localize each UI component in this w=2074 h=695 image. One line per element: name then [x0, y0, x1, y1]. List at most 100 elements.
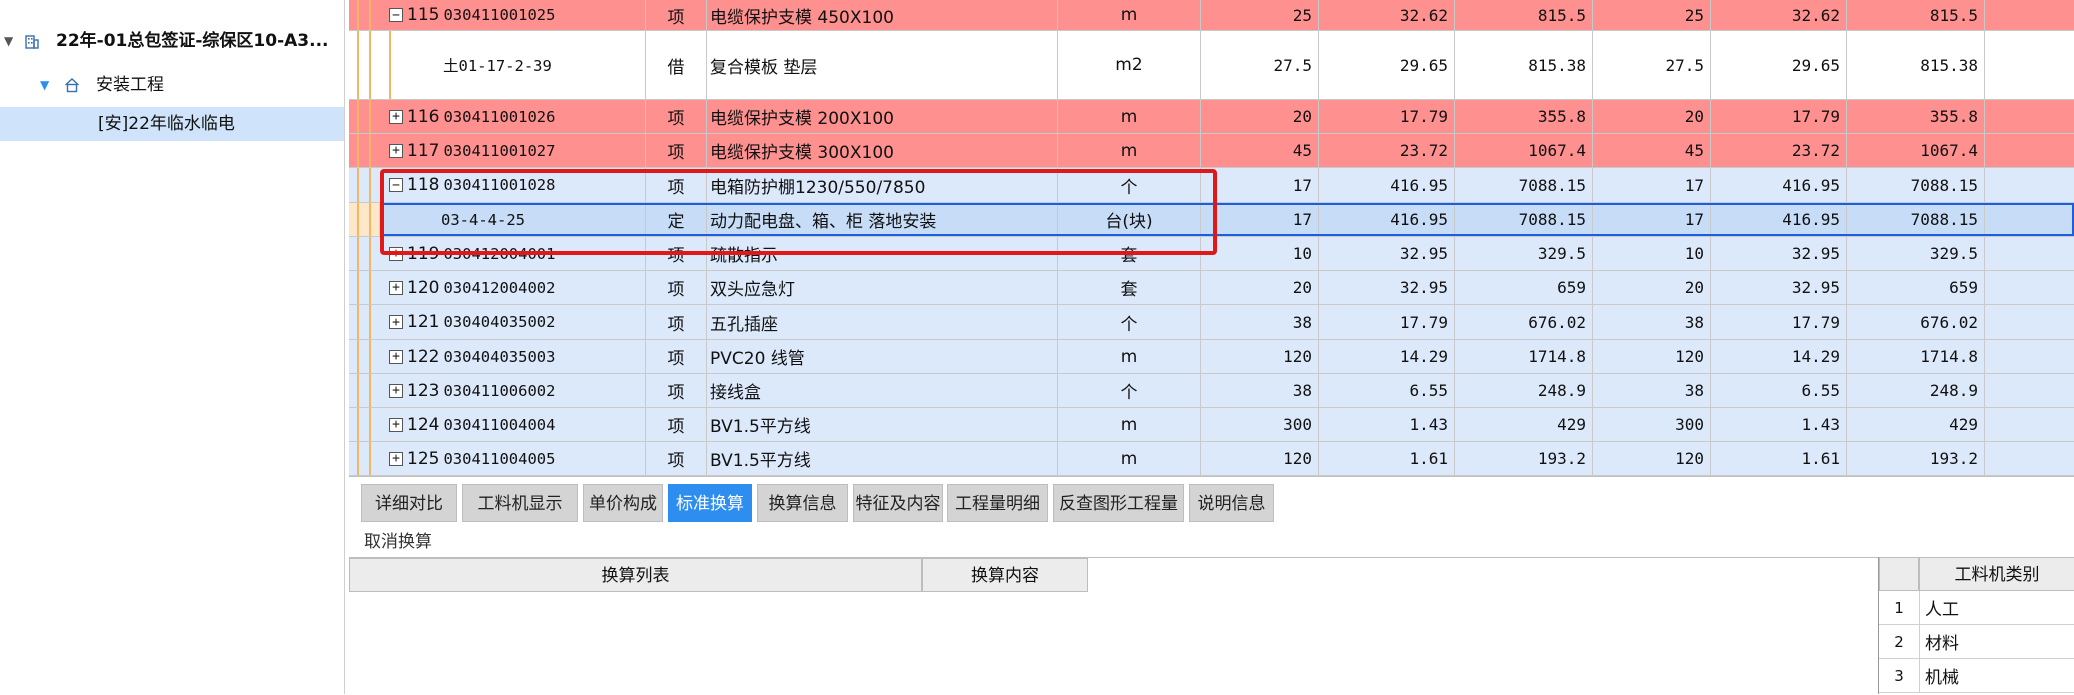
- caret-down-icon[interactable]: ▼: [40, 70, 49, 100]
- cell-p2: 416.95: [1711, 203, 1847, 236]
- tree-line-cell: [349, 340, 379, 373]
- item-code: 土01-17-2-39: [443, 57, 552, 75]
- cell-name: 双头应急灯: [707, 271, 1058, 304]
- caret-down-icon[interactable]: ▼: [4, 26, 13, 56]
- cell-q1: 38: [1201, 374, 1319, 407]
- item-code: 030404035002: [443, 313, 556, 331]
- expand-icon[interactable]: +: [389, 280, 403, 295]
- item-code: 030411001026: [443, 107, 556, 126]
- cell-type: 借: [646, 31, 707, 99]
- empty-cell: [1985, 100, 2074, 133]
- table-row[interactable]: +124 030411004004 项 BV1.5平方线 m 300 1.43 429 300 1…: [349, 408, 2074, 442]
- project-tree: ▼ 22年-01总包签证-综保区10-A3... ▼ 安装工程 [安]22年临水…: [0, 0, 345, 694]
- table-row[interactable]: +122 030404035003 项 PVC20 线管 m 120 14.29 1714.8…: [349, 340, 2074, 374]
- table-row[interactable]: +121 030404035002 项五孔插座个 38 17.79 676.02 38 17.…: [349, 305, 2074, 340]
- cell-p2: 6.55: [1711, 374, 1847, 407]
- expand-icon[interactable]: +: [389, 315, 403, 329]
- cell-t2: 429: [1847, 408, 1985, 441]
- expand-icon[interactable]: +: [389, 349, 403, 364]
- conversion-list-header: 换算列表: [349, 558, 922, 592]
- cell-type: 项: [646, 374, 707, 407]
- tab-2[interactable]: 单价构成: [583, 484, 663, 522]
- cell-unit: 套: [1058, 271, 1201, 304]
- expand-icon[interactable]: +: [389, 383, 403, 398]
- table-row[interactable]: 土01-17-2-39 借复合模板 垫层 m2 27.5 29.65 815.38 27.5…: [349, 31, 2074, 100]
- tree-node-unit[interactable]: ▼ 安装工程: [0, 70, 344, 100]
- category-row[interactable]: 2 材料: [1879, 625, 2074, 659]
- table-row[interactable]: +119 030412004001 项疏散指示套 10 32.95 329.5 10 32.9…: [349, 237, 2074, 271]
- tab-6[interactable]: 工程量明细: [947, 484, 1048, 522]
- cell-unit: m: [1058, 0, 1201, 30]
- row-number: 118: [407, 175, 440, 195]
- cell-p1: 6.55: [1319, 374, 1455, 407]
- cell-name: 五孔插座: [707, 305, 1058, 339]
- cell-q1: 20: [1201, 100, 1319, 133]
- empty-cell: [1985, 442, 2074, 475]
- empty-cell: [1985, 203, 2074, 236]
- tab-3[interactable]: 标准换算: [668, 484, 752, 522]
- category-index: 2: [1879, 625, 1920, 658]
- tab-0[interactable]: 详细对比: [361, 484, 457, 522]
- cell-p2: 14.29: [1711, 340, 1847, 373]
- cell-type: 项: [646, 100, 707, 133]
- row-number: 116: [407, 106, 440, 127]
- child-indent: [389, 31, 443, 99]
- tab-5[interactable]: 特征及内容: [853, 484, 943, 522]
- cell-q1: 27.5: [1201, 31, 1319, 99]
- cell-type: 项: [646, 340, 707, 373]
- tree-node-project[interactable]: ▼ 22年-01总包签证-综保区10-A3...: [0, 26, 344, 56]
- bill-grid: −115 030411001025 项电缆保护支模 450X100 m 25 32.62 8…: [349, 0, 2074, 477]
- empty-cell: [1985, 168, 2074, 202]
- cell-p1: 32.62: [1319, 0, 1455, 30]
- tree-line-cell: [349, 168, 379, 202]
- cell-q2: 10: [1593, 237, 1711, 270]
- row-number-code-cell: 03-4-4-25: [379, 203, 646, 236]
- table-row[interactable]: +117 030411001027 项电缆保护支模 300X100 m 45 23.72 1…: [349, 134, 2074, 168]
- expand-icon[interactable]: +: [389, 109, 403, 124]
- cancel-conversion-link[interactable]: 取消换算: [364, 527, 432, 552]
- tab-4[interactable]: 换算信息: [757, 484, 848, 522]
- empty-cell: [1985, 134, 2074, 167]
- tab-1[interactable]: 工料机显示: [462, 484, 578, 522]
- cell-q2: 20: [1593, 100, 1711, 133]
- category-row[interactable]: 1 人工: [1879, 591, 2074, 625]
- cell-q2: 27.5: [1593, 31, 1711, 99]
- cell-t1: 355.8: [1455, 100, 1593, 133]
- cell-t1: 815.38: [1455, 31, 1593, 99]
- table-row[interactable]: +116 030411001026 项电缆保护支模 200X100 m 20 17.79 3…: [349, 100, 2074, 134]
- tab-8[interactable]: 说明信息: [1189, 484, 1274, 522]
- cell-t2: 676.02: [1847, 305, 1985, 339]
- cell-p2: 23.72: [1711, 134, 1847, 167]
- expand-icon[interactable]: +: [389, 246, 403, 261]
- cell-p1: 14.29: [1319, 340, 1455, 373]
- tab-7[interactable]: 反查图形工程量: [1053, 484, 1184, 522]
- row-number-code-cell: +120 030412004002: [379, 271, 646, 304]
- cell-p1: 17.79: [1319, 100, 1455, 133]
- row-number-code-cell: +121 030404035002: [379, 305, 646, 339]
- cell-t2: 659: [1847, 271, 1985, 304]
- expand-icon[interactable]: +: [389, 417, 403, 432]
- expand-icon[interactable]: +: [389, 143, 403, 158]
- expand-icon[interactable]: +: [389, 451, 403, 466]
- cell-name: PVC20 线管: [707, 340, 1058, 373]
- collapse-icon[interactable]: −: [389, 178, 403, 192]
- table-row[interactable]: −115 030411001025 项电缆保护支模 450X100 m 25 32.62 8…: [349, 0, 2074, 31]
- cell-type: 定: [646, 203, 707, 236]
- collapse-icon[interactable]: −: [389, 8, 403, 22]
- tree-node-selected-item[interactable]: [安]22年临水临电: [0, 107, 344, 141]
- row-number: 125: [407, 448, 440, 469]
- item-code: 030412004002: [443, 278, 556, 297]
- row-number-code-cell: +119 030412004001: [379, 237, 646, 270]
- cell-name: 电缆保护支模 300X100: [707, 134, 1058, 167]
- table-row-selected[interactable]: 03-4-4-25 定动力配电盘、箱、柜 落地安装 台(块) 17 416.95 7088…: [349, 203, 2074, 237]
- table-row[interactable]: −118 030411001028 项电箱防护棚1230/550/7850 个 17 41…: [349, 168, 2074, 203]
- cell-t1: 659: [1455, 271, 1593, 304]
- table-row[interactable]: +120 030412004002 项双头应急灯套 20 32.95 659 20 32.95…: [349, 271, 2074, 305]
- cell-q1: 17: [1201, 168, 1319, 202]
- cell-t1: 1067.4: [1455, 134, 1593, 167]
- table-row[interactable]: +125 030411004005 项 BV1.5平方线 m 120 1.61 193.2 12…: [349, 442, 2074, 476]
- category-row[interactable]: 3 机械: [1879, 659, 2074, 693]
- cell-q1: 38: [1201, 305, 1319, 339]
- item-code: 030411006002: [443, 381, 556, 400]
- table-row[interactable]: +123 030411006002 项接线盒个 38 6.55 248.9 38 6.55 24…: [349, 374, 2074, 408]
